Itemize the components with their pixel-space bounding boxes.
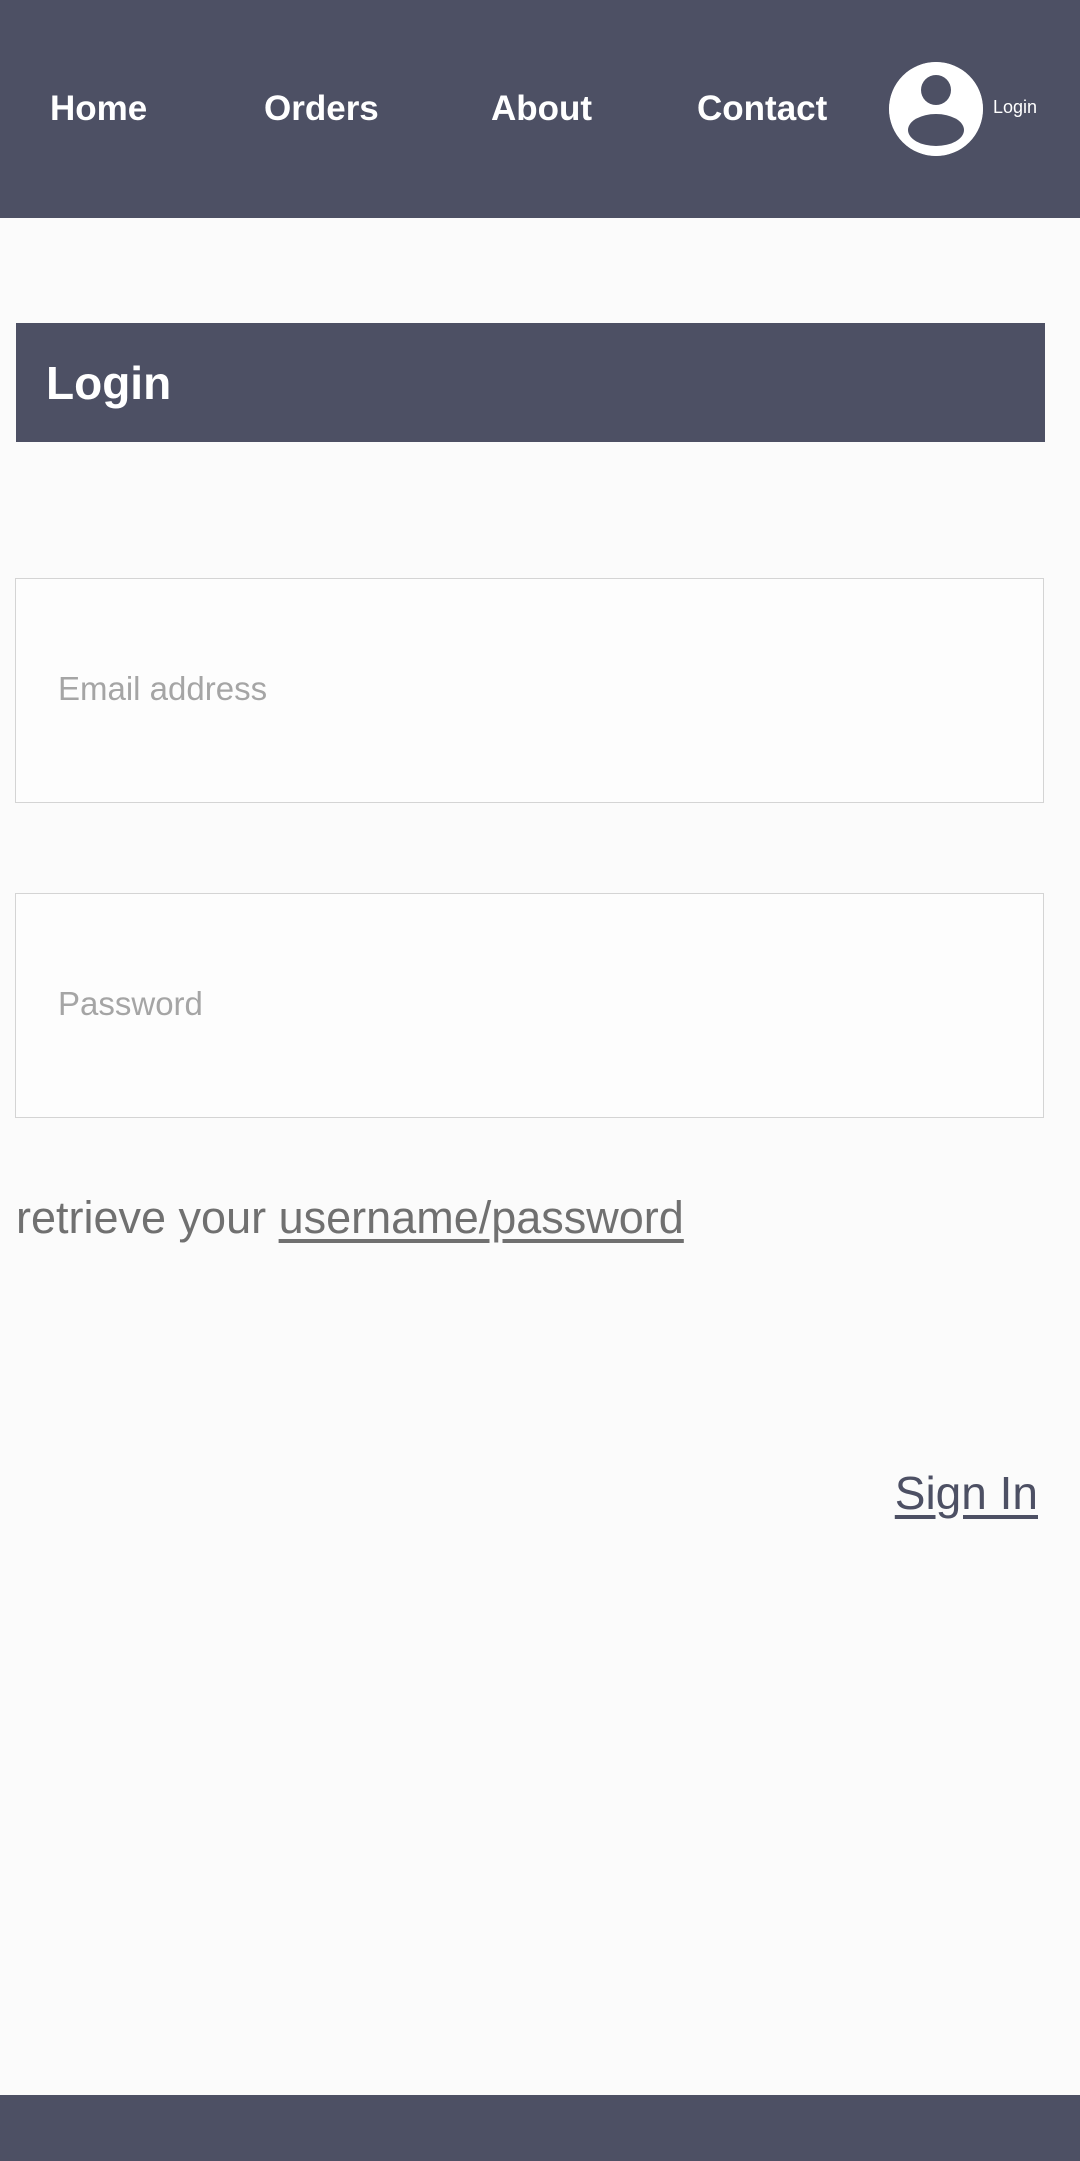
page-title-bar: Login [16, 323, 1045, 442]
top-navbar: Home Orders About Contact Login [0, 0, 1080, 218]
sign-in-button[interactable]: Sign In [895, 1465, 1038, 1521]
nav-contact-link[interactable]: Contact [697, 84, 827, 134]
email-field [15, 578, 1044, 803]
footer-bar [0, 2095, 1080, 2161]
email-input[interactable] [58, 659, 998, 719]
user-avatar-icon[interactable] [889, 62, 983, 156]
nav-orders-link[interactable]: Orders [264, 84, 379, 134]
retrieve-credentials-text: retrieve your username/password [16, 1190, 684, 1246]
nav-about-link[interactable]: About [491, 84, 592, 134]
login-page: Home Orders About Contact Login Login re… [0, 0, 1080, 2161]
page-title: Login [46, 357, 172, 409]
retrieve-credentials-link[interactable]: username/password [279, 1192, 684, 1243]
nav-home-link[interactable]: Home [50, 84, 147, 134]
retrieve-prefix: retrieve your [16, 1192, 279, 1243]
password-field [15, 893, 1044, 1118]
password-input[interactable] [58, 974, 998, 1034]
nav-login-link[interactable]: Login [993, 96, 1037, 118]
